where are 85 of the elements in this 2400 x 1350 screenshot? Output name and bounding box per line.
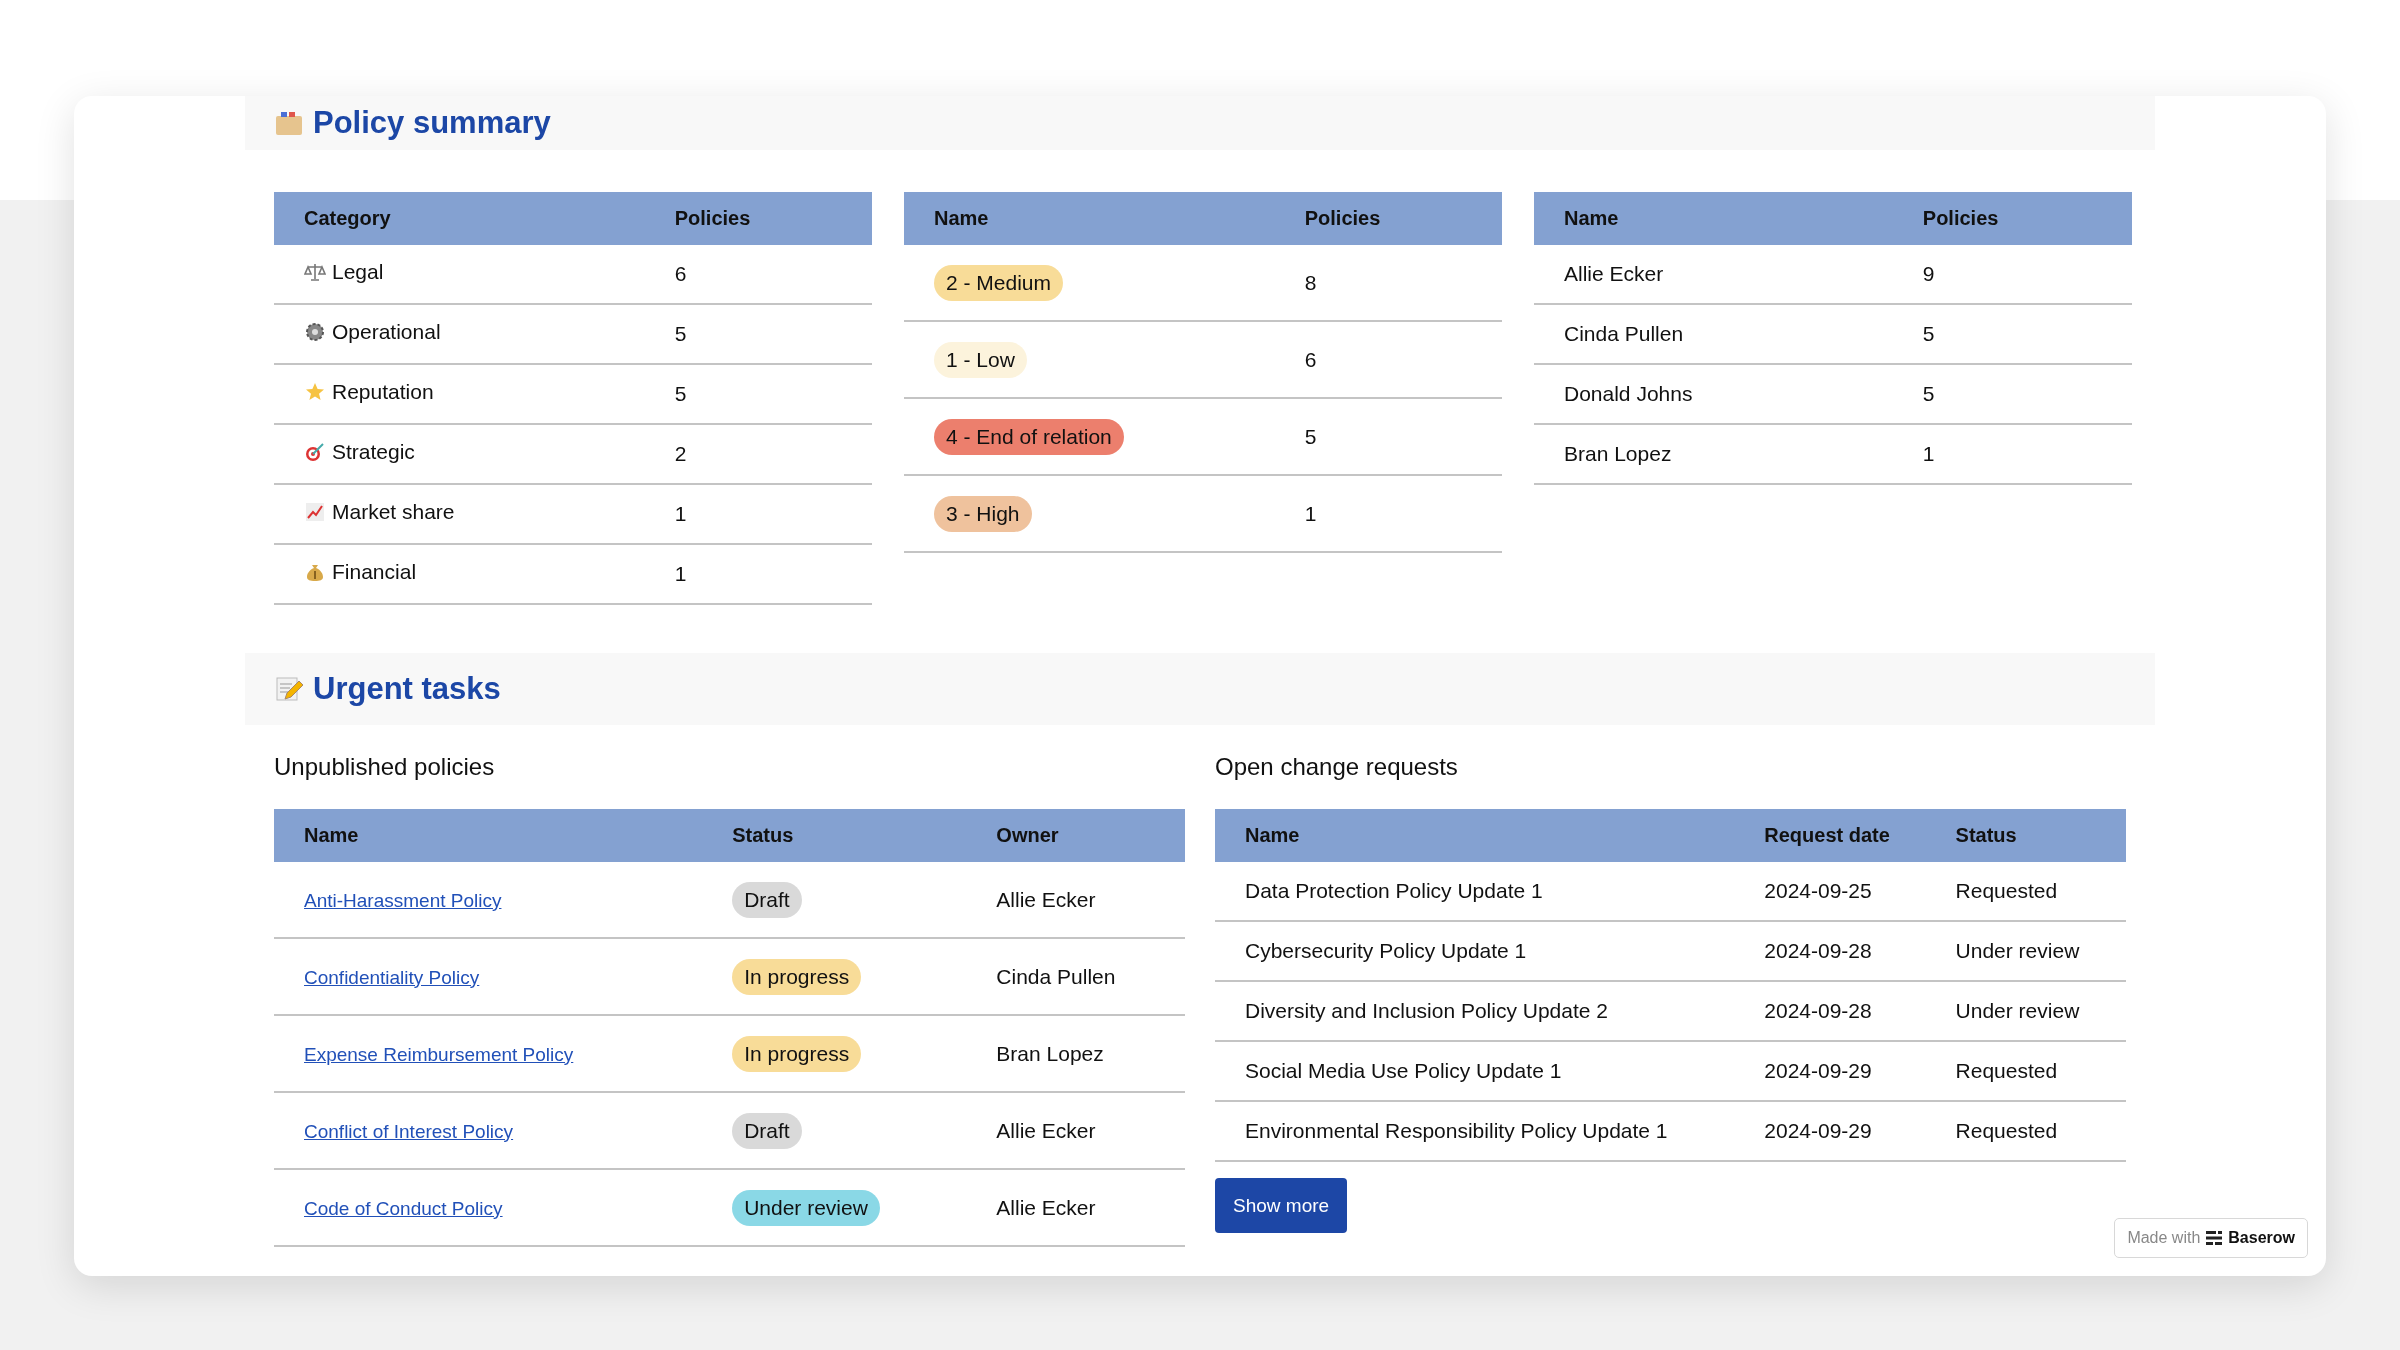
column-header: Status — [702, 809, 967, 862]
table-cell: Cybersecurity Policy Update 1 — [1215, 921, 1735, 981]
status-tag: Draft — [732, 1112, 802, 1149]
target-icon — [304, 441, 326, 463]
column-header: Owner — [966, 809, 1185, 862]
table-cell: 9 — [1892, 245, 2132, 304]
column-header: Policies — [644, 192, 872, 245]
risk-tag: 4 - End of relation — [934, 418, 1124, 455]
table-cell: Diversity and Inclusion Policy Update 2 — [1215, 981, 1735, 1041]
table-cell: 5 — [644, 364, 872, 424]
table-cell: 6 — [644, 245, 872, 304]
table-cell: Allie Ecker — [966, 862, 1185, 938]
table-cell: 2024-09-28 — [1734, 921, 1926, 981]
table-cell: Cinda Pullen — [966, 938, 1185, 1015]
memo-pencil-icon — [275, 675, 303, 703]
table-cell: Requested — [1925, 1101, 2126, 1161]
table-cell: 5 — [1892, 364, 2132, 424]
table-cell: 5 — [1892, 304, 2132, 364]
table-cell: 8 — [1274, 245, 1502, 321]
risk-tag: 3 - High — [934, 495, 1032, 532]
table-cell: Under review — [1925, 921, 2126, 981]
table-cell: Reputation — [274, 364, 645, 424]
status-tag: Draft — [732, 881, 802, 918]
column-header: Name — [1534, 192, 1893, 245]
status-tag: Under review — [732, 1189, 880, 1226]
table-heading: Open change requests — [1215, 752, 1459, 782]
table-cell: 2 — [644, 424, 872, 484]
table-cell: 2024-09-28 — [1734, 981, 1926, 1041]
table-cell: Social Media Use Policy Update 1 — [1215, 1041, 1735, 1101]
column-header: Name — [904, 192, 1275, 245]
table-cell: 5 — [644, 304, 872, 364]
table-heading: Unpublished policies — [274, 752, 496, 782]
table-cell: 5 — [1274, 398, 1502, 475]
table-cell: Market share — [274, 484, 645, 544]
policy-link[interactable]: Confidentiality Policy — [304, 966, 480, 988]
show-more-button[interactable]: Show more — [1215, 1178, 1348, 1233]
table-cell: Bran Lopez — [1534, 424, 1893, 484]
section-title: Urgent tasks — [313, 671, 501, 707]
table-cell: Environmental Responsibility Policy Update 1 — [1215, 1101, 1735, 1161]
table-cell: Requested — [1925, 1041, 2126, 1101]
table-cell: Allie Ecker — [966, 1092, 1185, 1169]
card-box-icon — [275, 110, 303, 136]
table-cell: Operational — [274, 304, 645, 364]
brand-name: Baserow — [2228, 1229, 2295, 1247]
gear-icon — [304, 321, 326, 343]
column-header: Name — [274, 809, 703, 862]
table-cell: 2024-09-25 — [1734, 862, 1926, 921]
table-cell: Cinda Pullen — [1534, 304, 1893, 364]
table-cell: Financial — [274, 544, 645, 604]
table-cell: Data Protection Policy Update 1 — [1215, 862, 1735, 921]
logo-icon — [2206, 1231, 2223, 1245]
policy-link[interactable]: Code of Conduct Policy — [304, 1197, 503, 1219]
table-cell: Allie Ecker — [1534, 245, 1893, 304]
policy-link[interactable]: Conflict of Interest Policy — [304, 1120, 514, 1142]
table-cell: Allie Ecker — [966, 1169, 1185, 1246]
scales-icon — [304, 261, 326, 283]
table-cell: Bran Lopez — [966, 1015, 1185, 1092]
status-tag: In progress — [732, 958, 862, 995]
table-cell: Under review — [1925, 981, 2126, 1041]
table-cell: 1 — [644, 544, 872, 604]
column-header: Policies — [1274, 192, 1502, 245]
column-header: Request date — [1734, 809, 1926, 862]
status-tag: In progress — [732, 1035, 862, 1072]
table-cell: Donald Johns — [1534, 364, 1893, 424]
table-cell: 1 — [1274, 475, 1502, 552]
policy-link[interactable]: Anti-Harassment Policy — [304, 889, 502, 911]
badge-label: Made with — [2127, 1229, 2201, 1247]
table-cell: 1 — [644, 484, 872, 544]
risk-tag: 1 - Low — [934, 341, 1027, 378]
table-cell: Legal — [274, 245, 645, 304]
column-header: Category — [274, 192, 645, 245]
table-cell: Strategic — [274, 424, 645, 484]
policy-link[interactable]: Expense Reimbursement Policy — [304, 1043, 574, 1065]
table-cell: 6 — [1274, 321, 1502, 398]
table-cell: Requested — [1925, 862, 2126, 921]
column-header: Policies — [1892, 192, 2132, 245]
table-cell: 2024-09-29 — [1734, 1101, 1926, 1161]
table-cell: 2024-09-29 — [1734, 1041, 1926, 1101]
table-cell: 1 — [1892, 424, 2132, 484]
made-with-badge[interactable]: Made with Baserow — [2114, 1218, 2308, 1258]
chart-up-icon — [304, 501, 326, 523]
column-header: Status — [1925, 809, 2126, 862]
risk-tag: 2 - Medium — [934, 264, 1064, 301]
section-title: Policy summary — [313, 105, 551, 141]
column-header: Name — [1215, 809, 1735, 862]
